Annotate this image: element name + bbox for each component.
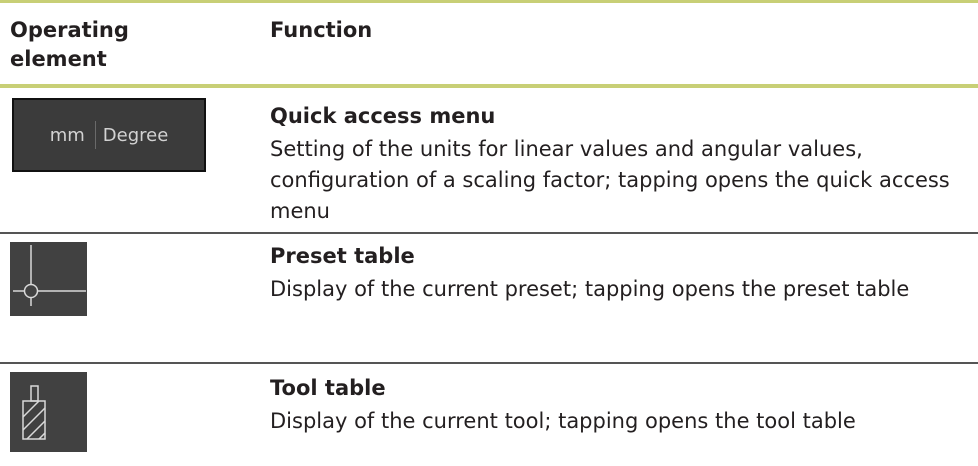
- header-rule: [0, 84, 978, 88]
- tool-mill-icon: [22, 385, 46, 440]
- row-title-tool-table: Tool table: [270, 376, 386, 400]
- row-divider: [0, 232, 978, 234]
- unit-separator: [94, 121, 96, 149]
- row-divider: [0, 362, 978, 364]
- unit-angular-label: Degree: [102, 124, 169, 146]
- preset-crosshair-icon: [13, 245, 86, 306]
- header-operating-line2: element: [10, 47, 107, 71]
- unit-linear-label: mm: [49, 124, 85, 146]
- row-desc-quick-access: Setting of the units for linear values a…: [270, 137, 950, 223]
- header-operating-element: Operating element: [10, 16, 129, 74]
- preset-table-button[interactable]: [10, 242, 87, 316]
- row-title-preset-table: Preset table: [270, 244, 415, 268]
- header-function: Function: [270, 18, 373, 42]
- top-rule: [0, 0, 978, 3]
- tool-table-button[interactable]: [10, 372, 87, 452]
- row-title-quick-access: Quick access menu: [270, 104, 496, 128]
- header-operating-line1: Operating: [10, 18, 129, 42]
- quick-access-menu-button[interactable]: mm Degree: [12, 98, 206, 172]
- row-desc-preset-table: Display of the current preset; tapping o…: [270, 277, 910, 301]
- row-desc-tool-table: Display of the current tool; tapping ope…: [270, 409, 856, 433]
